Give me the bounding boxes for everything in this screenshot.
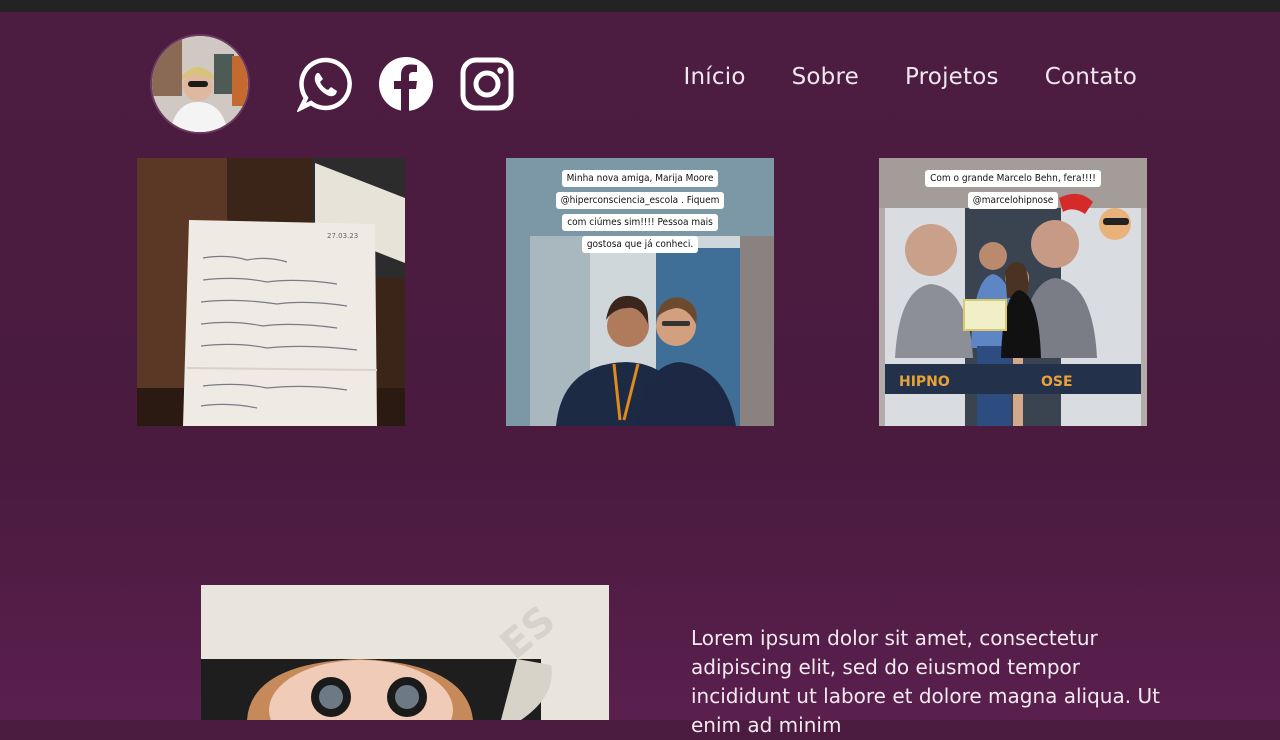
caption-line: com ciúmes sim!!!! Pessoa mais <box>562 214 718 231</box>
feature-image-doll: ES <box>201 585 609 720</box>
gallery-photo-handwritten-note[interactable]: 27.03.23 <box>137 158 405 426</box>
instagram-icon[interactable] <box>459 56 515 112</box>
note-date: 27.03.23 <box>327 232 358 240</box>
gallery-photo-friends[interactable]: Minha nova amiga, Marija Moore @hipercon… <box>506 158 774 426</box>
whatsapp-icon[interactable] <box>297 56 353 112</box>
nav-link-sobre[interactable]: Sobre <box>792 64 859 90</box>
nav-link-contato[interactable]: Contato <box>1045 64 1137 90</box>
caption-line: gostosa que já conheci. <box>581 236 699 253</box>
caption-line: @marcelohipnose <box>967 192 1059 209</box>
avatar[interactable] <box>150 34 250 134</box>
banner-text-left: HIPNO <box>899 374 950 390</box>
caption-line: Minha nova amiga, Marija Moore <box>561 170 719 187</box>
facebook-icon[interactable] <box>378 56 434 112</box>
section-paragraph: Lorem ipsum dolor sit amet, consectetur … <box>691 626 1160 737</box>
caption-line: Com o grande Marcelo Behn, fera!!!! <box>925 170 1101 187</box>
photo-caption: Com o grande Marcelo Behn, fera!!!! @mar… <box>879 166 1147 210</box>
browser-top-bar <box>0 0 1280 12</box>
banner-text-right: OSE <box>1041 374 1073 390</box>
avatar-photo <box>152 36 248 132</box>
nav-link-projetos[interactable]: Projetos <box>905 64 999 90</box>
photo-caption: Minha nova amiga, Marija Moore @hipercon… <box>506 166 774 254</box>
gallery-photo-event[interactable]: HIPNO OSE Com o grande Marcelo Behn, fer… <box>879 158 1147 426</box>
main-nav: Início Sobre Projetos Contato <box>684 64 1137 90</box>
caption-line: @hiperconsciencia_escola . Fiquem <box>555 192 725 209</box>
nav-link-inicio[interactable]: Início <box>684 64 746 90</box>
